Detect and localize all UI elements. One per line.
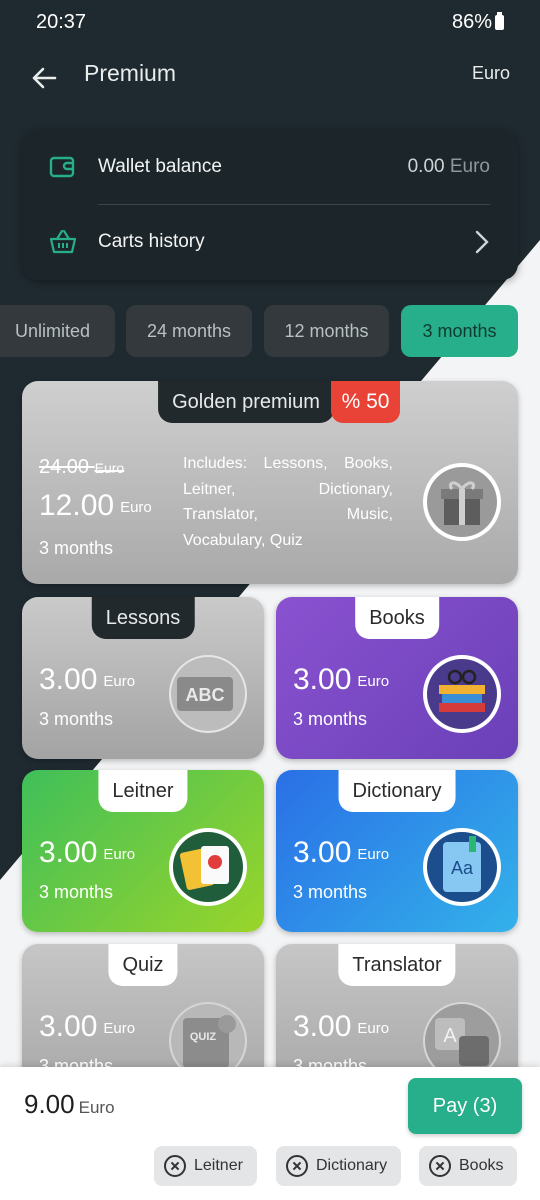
dictionary-book-icon: Aa (423, 828, 501, 906)
product-duration: 3 months (293, 882, 368, 902)
cart-total-amount: 9.00 (24, 1089, 75, 1119)
remove-icon[interactable] (164, 1155, 186, 1177)
flashcards-icon (169, 828, 247, 906)
product-price-amount: 3.00 (293, 1010, 352, 1043)
product-price-unit: Euro (103, 673, 136, 690)
product-price-amount: 3.00 (293, 836, 352, 869)
product-price-unit: Euro (103, 1020, 136, 1037)
cart-chip-dictionary[interactable]: Dictionary (276, 1146, 402, 1186)
wallet-balance-row: Wallet balance 0.00 Euro (22, 130, 518, 204)
product-price-amount: 3.00 (39, 836, 98, 869)
old-price-unit: Euro (94, 460, 125, 476)
old-price-amount: 24.00 (39, 456, 90, 478)
product-tag: Books (355, 597, 439, 639)
discount-badge: % 50 (331, 381, 400, 423)
golden-price-unit: Euro (120, 499, 152, 516)
product-card-books[interactable]: Books 3.00 Euro 3 months (276, 597, 518, 759)
wallet-card: Wallet balance 0.00 Euro Carts history (22, 130, 518, 280)
chevron-right-icon (475, 230, 489, 254)
cart-chip-label: Dictionary (316, 1157, 388, 1174)
carts-history-row[interactable]: Carts history (22, 205, 518, 279)
product-price: 3.00 Euro (39, 663, 135, 697)
golden-price: 12.00 Euro (39, 489, 152, 523)
cart-chip-books[interactable]: Books (419, 1146, 518, 1186)
product-price-amount: 3.00 (293, 663, 352, 696)
cart-total: 9.00 Euro (24, 1089, 115, 1120)
product-tag: Quiz (108, 944, 178, 986)
remove-icon[interactable] (286, 1155, 308, 1177)
battery-icon (495, 12, 504, 30)
wallet-icon (49, 156, 75, 178)
product-duration: 3 months (293, 709, 368, 729)
product-price: 3.00 Euro (293, 836, 389, 870)
product-card-lessons[interactable]: Lessons 3.00 Euro 3 months ABC (22, 597, 264, 759)
product-tag: Translator (338, 944, 456, 986)
svg-text:ABC: ABC (186, 685, 225, 705)
wallet-balance-value: 0.00 Euro (408, 156, 490, 178)
duration-tabs: Unlimited 24 months 12 months 3 months (0, 305, 540, 357)
old-price: 24.00 Euro (39, 456, 124, 479)
golden-premium-card[interactable]: Golden premium % 50 24.00 Euro 12.00 Euro… (22, 381, 518, 584)
carts-history-label: Carts history (98, 231, 205, 252)
page-title: Premium (84, 60, 177, 86)
tab-12-months[interactable]: 12 months (264, 305, 389, 357)
basket-icon (49, 229, 77, 254)
tab-unlimited[interactable]: Unlimited (0, 305, 115, 357)
svg-text:A: A (443, 1025, 457, 1047)
status-time: 20:37 (36, 11, 87, 33)
product-duration: 3 months (39, 882, 114, 902)
abc-board-icon: ABC (169, 655, 247, 733)
product-price-unit: Euro (103, 846, 136, 863)
wallet-balance-amount: 0.00 (407, 156, 445, 177)
battery-indicator: 86% (452, 11, 504, 34)
battery-percent: 86% (451, 11, 492, 33)
golden-premium-tag: Golden premium (158, 381, 334, 423)
cart-total-unit: Euro (78, 1098, 115, 1117)
product-card-leitner[interactable]: Leitner 3.00 Euro 3 months (22, 770, 264, 932)
product-price-unit: Euro (357, 1020, 390, 1037)
product-price-amount: 3.00 (39, 663, 98, 696)
product-price: 3.00 Euro (293, 1010, 389, 1044)
golden-includes: Includes: Lessons, Books, Leitner, Dicti… (183, 455, 393, 549)
app-bar: Premium Euro (0, 46, 540, 114)
cart-bar: 9.00 Euro Pay (3) Leitner Dictionary Book… (0, 1067, 540, 1200)
product-price: 3.00 Euro (39, 1010, 135, 1044)
status-bar: 20:37 86% (0, 0, 540, 46)
golden-duration: 3 months (39, 538, 114, 558)
product-tag: Dictionary (338, 770, 456, 812)
cart-chip-label: Books (459, 1157, 504, 1174)
remove-icon[interactable] (429, 1155, 451, 1177)
product-price: 3.00 Euro (39, 836, 135, 870)
product-price-unit: Euro (357, 673, 390, 690)
golden-price-amount: 12.00 (39, 489, 115, 522)
product-tag: Lessons (91, 597, 195, 639)
cart-chip-label: Leitner (194, 1157, 243, 1174)
back-button[interactable] (22, 56, 66, 100)
product-price-unit: Euro (357, 846, 390, 863)
arrow-left-icon (32, 67, 57, 89)
cart-chip-leitner[interactable]: Leitner (154, 1146, 257, 1186)
product-card-dictionary[interactable]: Dictionary 3.00 Euro 3 months Aa (276, 770, 518, 932)
wallet-balance-label: Wallet balance (98, 156, 222, 177)
currency-selector[interactable]: Euro (472, 63, 510, 84)
product-duration: 3 months (39, 709, 114, 729)
svg-text:QUIZ: QUIZ (190, 1031, 217, 1043)
pay-button[interactable]: Pay (3) (408, 1078, 522, 1134)
tab-24-months[interactable]: 24 months (126, 305, 252, 357)
gift-icon (423, 463, 501, 541)
product-price-amount: 3.00 (39, 1010, 98, 1043)
product-price: 3.00 Euro (293, 663, 389, 697)
books-stack-icon (423, 655, 501, 733)
product-tag: Leitner (98, 770, 188, 812)
wallet-balance-unit: Euro (449, 156, 490, 177)
svg-text:Aa: Aa (451, 858, 474, 878)
tab-3-months[interactable]: 3 months (401, 305, 518, 357)
